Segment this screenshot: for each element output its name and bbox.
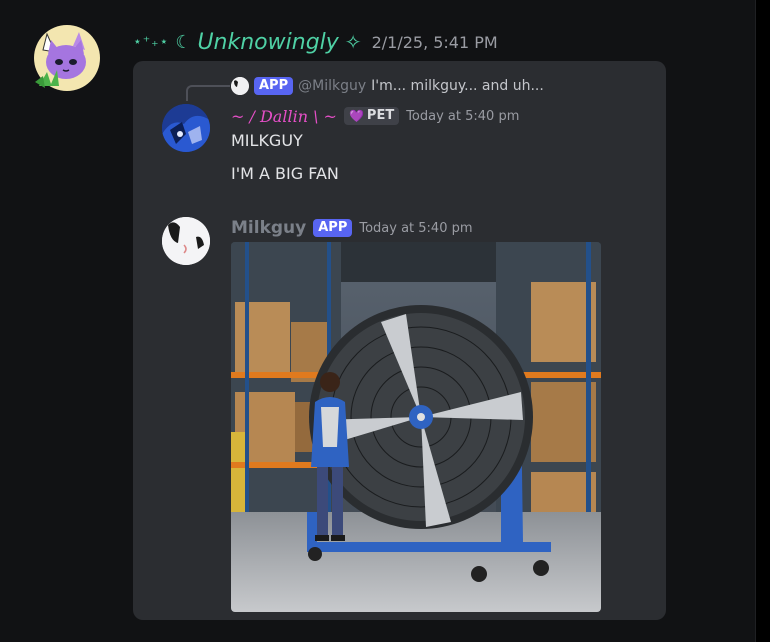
- message-line: I'M A BIG FAN: [231, 164, 339, 183]
- milkguy-timestamp[interactable]: Today at 5:40 pm: [359, 221, 472, 236]
- outer-timestamp[interactable]: 2/1/25, 5:41 PM: [372, 33, 498, 52]
- message-line: MILKGUY: [231, 131, 303, 150]
- sparkle-decoration: ⋆⁺₊⋆: [133, 34, 170, 50]
- author-name-dallin[interactable]: ~ / Dallin \ ~: [231, 107, 337, 126]
- outer-author-name[interactable]: ⋆⁺₊⋆ ☾ Unknowingly ✧: [133, 30, 362, 55]
- warehouse-fan-photo[interactable]: [231, 242, 601, 612]
- moon-icon: ☾: [175, 31, 192, 53]
- author-name-unknowingly[interactable]: Unknowingly: [197, 30, 338, 55]
- reply-user-mention[interactable]: @Milkguy: [298, 78, 366, 94]
- heart-icon: 💜: [348, 109, 364, 123]
- milkguy-message-header: Milkguy APP Today at 5:40 pm: [231, 216, 473, 240]
- reply-reference[interactable]: APP @Milkguy I'm... milkguy... and uh...: [231, 75, 544, 97]
- pet-badge[interactable]: 💜 PET: [343, 107, 400, 125]
- dallin-avatar[interactable]: [162, 104, 210, 152]
- app-badge: APP: [313, 219, 353, 237]
- outer-message-header: ⋆⁺₊⋆ ☾ Unknowingly ✧ 2/1/25, 5:41 PM: [133, 27, 498, 57]
- unknowingly-avatar[interactable]: [33, 24, 101, 92]
- sparkle-icon: ✧: [344, 30, 362, 54]
- milkguy-mini-avatar: [231, 77, 249, 95]
- pet-badge-label: PET: [366, 108, 395, 123]
- app-badge: APP: [254, 77, 294, 95]
- dallin-timestamp[interactable]: Today at 5:40 pm: [406, 109, 519, 124]
- reply-preview-text[interactable]: I'm... milkguy... and uh...: [371, 78, 544, 94]
- milkguy-avatar[interactable]: [162, 217, 210, 265]
- author-name-milkguy[interactable]: Milkguy: [231, 218, 306, 238]
- dallin-message-header: ~ / Dallin \ ~ 💜 PET Today at 5:40 pm: [231, 104, 519, 128]
- reply-connector: [186, 85, 230, 101]
